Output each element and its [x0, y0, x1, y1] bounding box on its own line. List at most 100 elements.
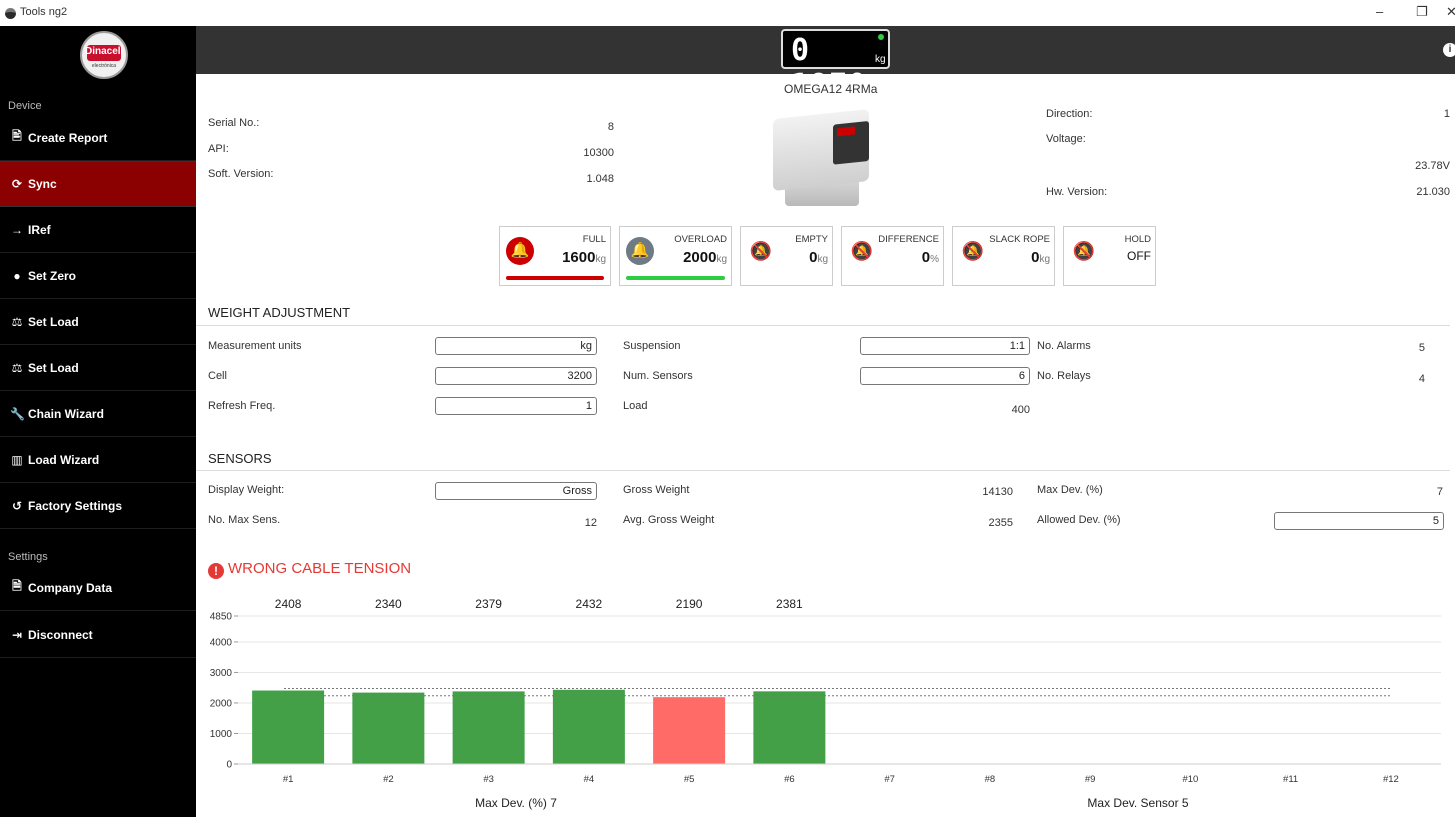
- display-weight-select[interactable]: Gross: [435, 482, 597, 500]
- bar-value-label: 2340: [375, 597, 402, 611]
- no-alarms-value: 5: [1418, 342, 1425, 354]
- serial-label: Serial No.:: [208, 117, 260, 129]
- sidebar-item-sync[interactable]: ⟳ Sync: [0, 161, 196, 207]
- chart-bar: [753, 691, 826, 764]
- exclamation-icon: !: [208, 563, 224, 579]
- alarm-hold[interactable]: 🔕 HOLD OFF: [1063, 226, 1156, 286]
- allowed-dev-field[interactable]: 5: [1274, 512, 1444, 530]
- x-tick-label: #5: [684, 774, 695, 785]
- weight-display: 0 1970 kg: [781, 29, 890, 103]
- weight-display-unit: kg: [875, 54, 886, 65]
- undo-icon: ↺: [11, 498, 23, 513]
- divider: [196, 470, 1450, 471]
- sidebar-item-label: Set Load: [28, 314, 79, 329]
- x-tick-label: #8: [985, 774, 996, 785]
- bar-chart-icon: ▥: [11, 452, 23, 467]
- chart-bar: [552, 689, 625, 764]
- chart-bar: [452, 691, 525, 764]
- refresh-freq-label: Refresh Freq.: [208, 400, 276, 412]
- sidebar-item-label: Disconnect: [28, 627, 93, 642]
- section-label-device: Device: [8, 100, 42, 112]
- alarm-overload[interactable]: 🔔 OVERLOAD 2000kg: [619, 226, 732, 286]
- alarm-full-bar: [506, 276, 604, 280]
- sidebar-item-create-report[interactable]: 🖹 Create Report: [0, 115, 196, 161]
- bar-value-label: 2432: [576, 597, 603, 611]
- sidebar-item-company-data[interactable]: 🗎 Company Data: [0, 565, 196, 611]
- x-tick-label: #7: [884, 774, 895, 785]
- load-label: Load: [623, 400, 648, 412]
- chart-bar: [252, 690, 325, 764]
- alarm-empty[interactable]: 🔕 EMPTY 0kg: [740, 226, 833, 286]
- avg-gross-value: 2355: [988, 517, 1013, 529]
- soft-version-label: Soft. Version:: [208, 168, 274, 180]
- bell-off-icon: 🔕: [961, 241, 985, 261]
- sidebar-item-label: Create Report: [28, 130, 108, 145]
- bar-value-label: 2379: [475, 597, 502, 611]
- sidebar: Dinacell electrónica Device 🖹 Create Rep…: [0, 26, 196, 817]
- chart-bar: [653, 697, 726, 764]
- bar-value-label: 2190: [676, 597, 703, 611]
- logo-area: Dinacell electrónica: [0, 26, 196, 90]
- num-sensors-field[interactable]: 6: [860, 367, 1030, 385]
- bar-value-label: 2408: [275, 597, 302, 611]
- sidebar-item-label: Set Zero: [28, 268, 77, 283]
- sidebar-item-iref[interactable]: → IRef: [0, 207, 196, 253]
- cell-label: Cell: [208, 370, 227, 382]
- x-tick-label: #3: [483, 774, 494, 785]
- weights-icon: ⚖: [11, 360, 23, 375]
- cell-field[interactable]: 3200: [435, 367, 597, 385]
- weights-icon: ⚖: [11, 314, 23, 329]
- alarm-slack-rope[interactable]: 🔕 SLACK ROPE 0kg: [952, 226, 1055, 286]
- sidebar-item-factory-settings[interactable]: ↺ Factory Settings: [0, 483, 196, 529]
- app-icon: [5, 8, 16, 19]
- cable-tension-warning: ! WRONG CABLE TENSION: [208, 560, 411, 579]
- x-tick-label: #4: [584, 774, 595, 785]
- sidebar-item-set-zero[interactable]: ● Set Zero: [0, 253, 196, 299]
- voltage-label: Voltage:: [1046, 133, 1086, 145]
- device-image: [765, 106, 875, 212]
- x-tick-label: #10: [1182, 774, 1198, 785]
- sensors-title: SENSORS: [208, 451, 272, 466]
- weight-adjustment-title: WEIGHT ADJUSTMENT: [208, 305, 351, 320]
- max-sens-label: No. Max Sens.: [208, 514, 281, 526]
- document-icon: 🗎: [12, 579, 22, 593]
- sidebar-item-label: Sync: [28, 177, 57, 191]
- sidebar-item-label: Chain Wizard: [28, 406, 104, 421]
- alarm-full[interactable]: 🔔 FULL 1600kg: [499, 226, 611, 286]
- max-dev-sensor-footer: Max Dev. Sensor 5: [1087, 796, 1188, 810]
- info-icon[interactable]: i: [1443, 43, 1455, 57]
- divider: [196, 325, 1450, 326]
- sensor-chart: 0 1000 2000 3000 4000 4850 2408 #1 2340 #2 2379 #3 2…: [210, 597, 1441, 810]
- gross-weight-value: 14130: [982, 486, 1013, 498]
- bell-off-icon: 🔕: [850, 241, 874, 261]
- arrow-right-icon: →: [11, 222, 23, 237]
- sidebar-item-set-load-2[interactable]: ⚖ Set Load: [0, 345, 196, 391]
- x-tick-label: #2: [383, 774, 394, 785]
- refresh-freq-field[interactable]: 1: [435, 397, 597, 415]
- close-button[interactable]: ✕: [1446, 4, 1455, 20]
- sidebar-item-label: Company Data: [28, 580, 113, 595]
- y-tick-label: 3000: [210, 668, 233, 679]
- sidebar-item-label: Factory Settings: [28, 498, 123, 513]
- suspension-field[interactable]: 1:1: [860, 337, 1030, 355]
- sidebar-item-chain-wizard[interactable]: 🔧 Chain Wizard: [0, 391, 196, 437]
- y-tick-label: 2000: [210, 698, 233, 709]
- y-tick-label: 1000: [210, 729, 233, 740]
- restore-button[interactable]: ❐: [1416, 4, 1428, 20]
- sidebar-item-set-load[interactable]: ⚖ Set Load: [0, 299, 196, 345]
- x-tick-label: #6: [784, 774, 795, 785]
- sidebar-item-load-wizard[interactable]: ▥ Load Wizard: [0, 437, 196, 483]
- sidebar-item-label: Load Wizard: [28, 452, 100, 467]
- minimize-button[interactable]: –: [1376, 4, 1383, 19]
- section-label-settings: Settings: [8, 551, 48, 563]
- measurement-units-field[interactable]: kg: [435, 337, 597, 355]
- logout-icon: ⇥: [11, 627, 23, 642]
- max-sens-value: 12: [584, 517, 597, 529]
- hw-version-label: Hw. Version:: [1046, 186, 1108, 198]
- measurement-units-label: Measurement units: [208, 340, 302, 352]
- bell-icon: 🔔: [506, 237, 534, 265]
- alarm-difference[interactable]: 🔕 DIFFERENCE 0%: [841, 226, 944, 286]
- sidebar-item-label: Set Load: [28, 360, 79, 375]
- sidebar-item-disconnect[interactable]: ⇥ Disconnect: [0, 612, 196, 658]
- status-led: [878, 34, 884, 40]
